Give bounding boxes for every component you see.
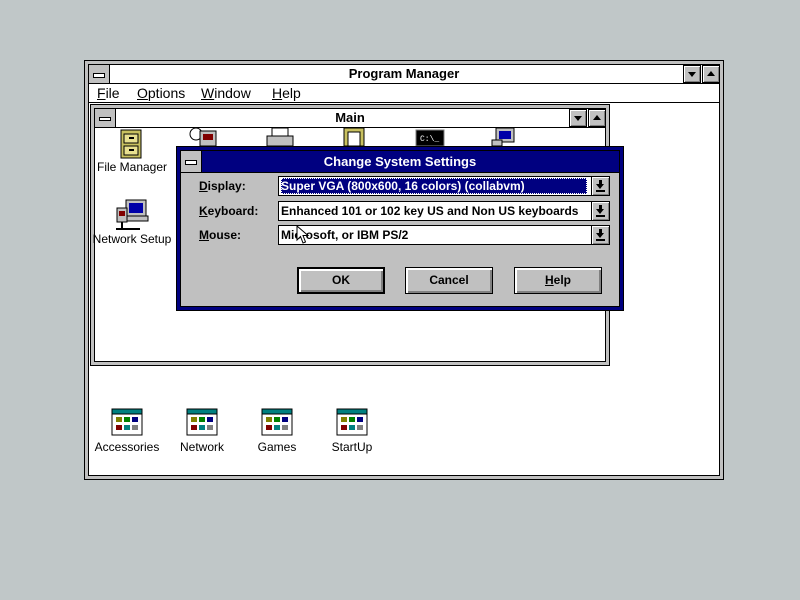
mouse-dropdown-button[interactable] — [591, 226, 609, 244]
menu-bar: File Options Window Help — [89, 84, 719, 103]
display-value: Super VGA (800x600, 16 colors) (collabvm… — [281, 178, 587, 194]
print-manager-icon[interactable] — [264, 126, 296, 146]
games-label[interactable]: Games — [258, 440, 297, 454]
dialog-titlebar[interactable]: Change System Settings — [181, 151, 619, 173]
clipboard-viewer-icon[interactable] — [338, 126, 370, 146]
arrow-down-icon — [596, 184, 604, 189]
main-system-menu-icon[interactable] — [95, 109, 116, 127]
network-group-icon[interactable] — [186, 408, 218, 436]
windows-setup-icon[interactable] — [488, 126, 520, 146]
display-select[interactable]: Super VGA (800x600, 16 colors) (collabvm… — [278, 176, 610, 196]
ms-dos-prompt-icon[interactable]: C:\_ — [414, 126, 446, 146]
main-minimize-button[interactable] — [569, 109, 587, 127]
control-panel-icon[interactable] — [188, 126, 220, 146]
program-manager-titlebar[interactable]: Program Manager — [89, 65, 719, 84]
accessories-group-icon[interactable] — [111, 408, 143, 436]
startup-label[interactable]: StartUp — [332, 440, 373, 454]
keyboard-select[interactable]: Enhanced 101 or 102 key US and Non US ke… — [278, 201, 610, 221]
main-title: Main — [335, 110, 365, 125]
network-computer-icon[interactable] — [114, 196, 150, 232]
system-menu-icon[interactable] — [89, 65, 110, 83]
svg-text:C:\_: C:\_ — [420, 135, 439, 144]
main-maximize-button[interactable] — [588, 109, 606, 127]
help-button[interactable]: Help — [514, 267, 602, 294]
arrow-down-icon — [596, 209, 604, 214]
maximize-icon — [707, 71, 715, 76]
mouse-pointer-icon — [296, 225, 310, 244]
mouse-select[interactable]: Microsoft, or IBM PS/2 — [278, 225, 610, 245]
display-label: Display: — [199, 179, 246, 193]
menu-file[interactable]: File — [97, 84, 120, 102]
mouse-value: Microsoft, or IBM PS/2 — [281, 228, 409, 242]
mouse-label: Mouse: — [199, 228, 242, 242]
maximize-button[interactable] — [702, 65, 720, 83]
display-dropdown-button[interactable] — [591, 177, 609, 195]
program-manager-title: Program Manager — [348, 66, 460, 81]
arrow-down-icon — [596, 233, 604, 238]
network-setup-label[interactable]: Network Setup — [93, 232, 172, 246]
menu-window[interactable]: Window — [201, 84, 251, 102]
minimize-icon — [688, 72, 696, 77]
menu-help[interactable]: Help — [272, 84, 301, 102]
maximize-icon — [593, 115, 601, 120]
accessories-label[interactable]: Accessories — [95, 440, 160, 454]
keyboard-label: Keyboard: — [199, 204, 259, 218]
cancel-button[interactable]: Cancel — [405, 267, 493, 294]
minimize-icon — [574, 116, 582, 121]
startup-group-icon[interactable] — [336, 408, 368, 436]
network-label[interactable]: Network — [180, 440, 224, 454]
minimize-button[interactable] — [683, 65, 701, 83]
file-manager-label[interactable]: File Manager — [97, 160, 167, 174]
keyboard-value: Enhanced 101 or 102 key US and Non US ke… — [281, 204, 579, 218]
keyboard-dropdown-button[interactable] — [591, 202, 609, 220]
ok-button[interactable]: OK — [297, 267, 385, 294]
file-cabinet-icon[interactable] — [114, 126, 148, 160]
dialog-title: Change System Settings — [323, 154, 477, 169]
menu-options[interactable]: Options — [137, 84, 185, 102]
dialog-system-menu-icon[interactable] — [181, 151, 202, 172]
change-system-settings-dialog[interactable]: Change System Settings Display: Super VG… — [176, 146, 624, 311]
games-group-icon[interactable] — [261, 408, 293, 436]
